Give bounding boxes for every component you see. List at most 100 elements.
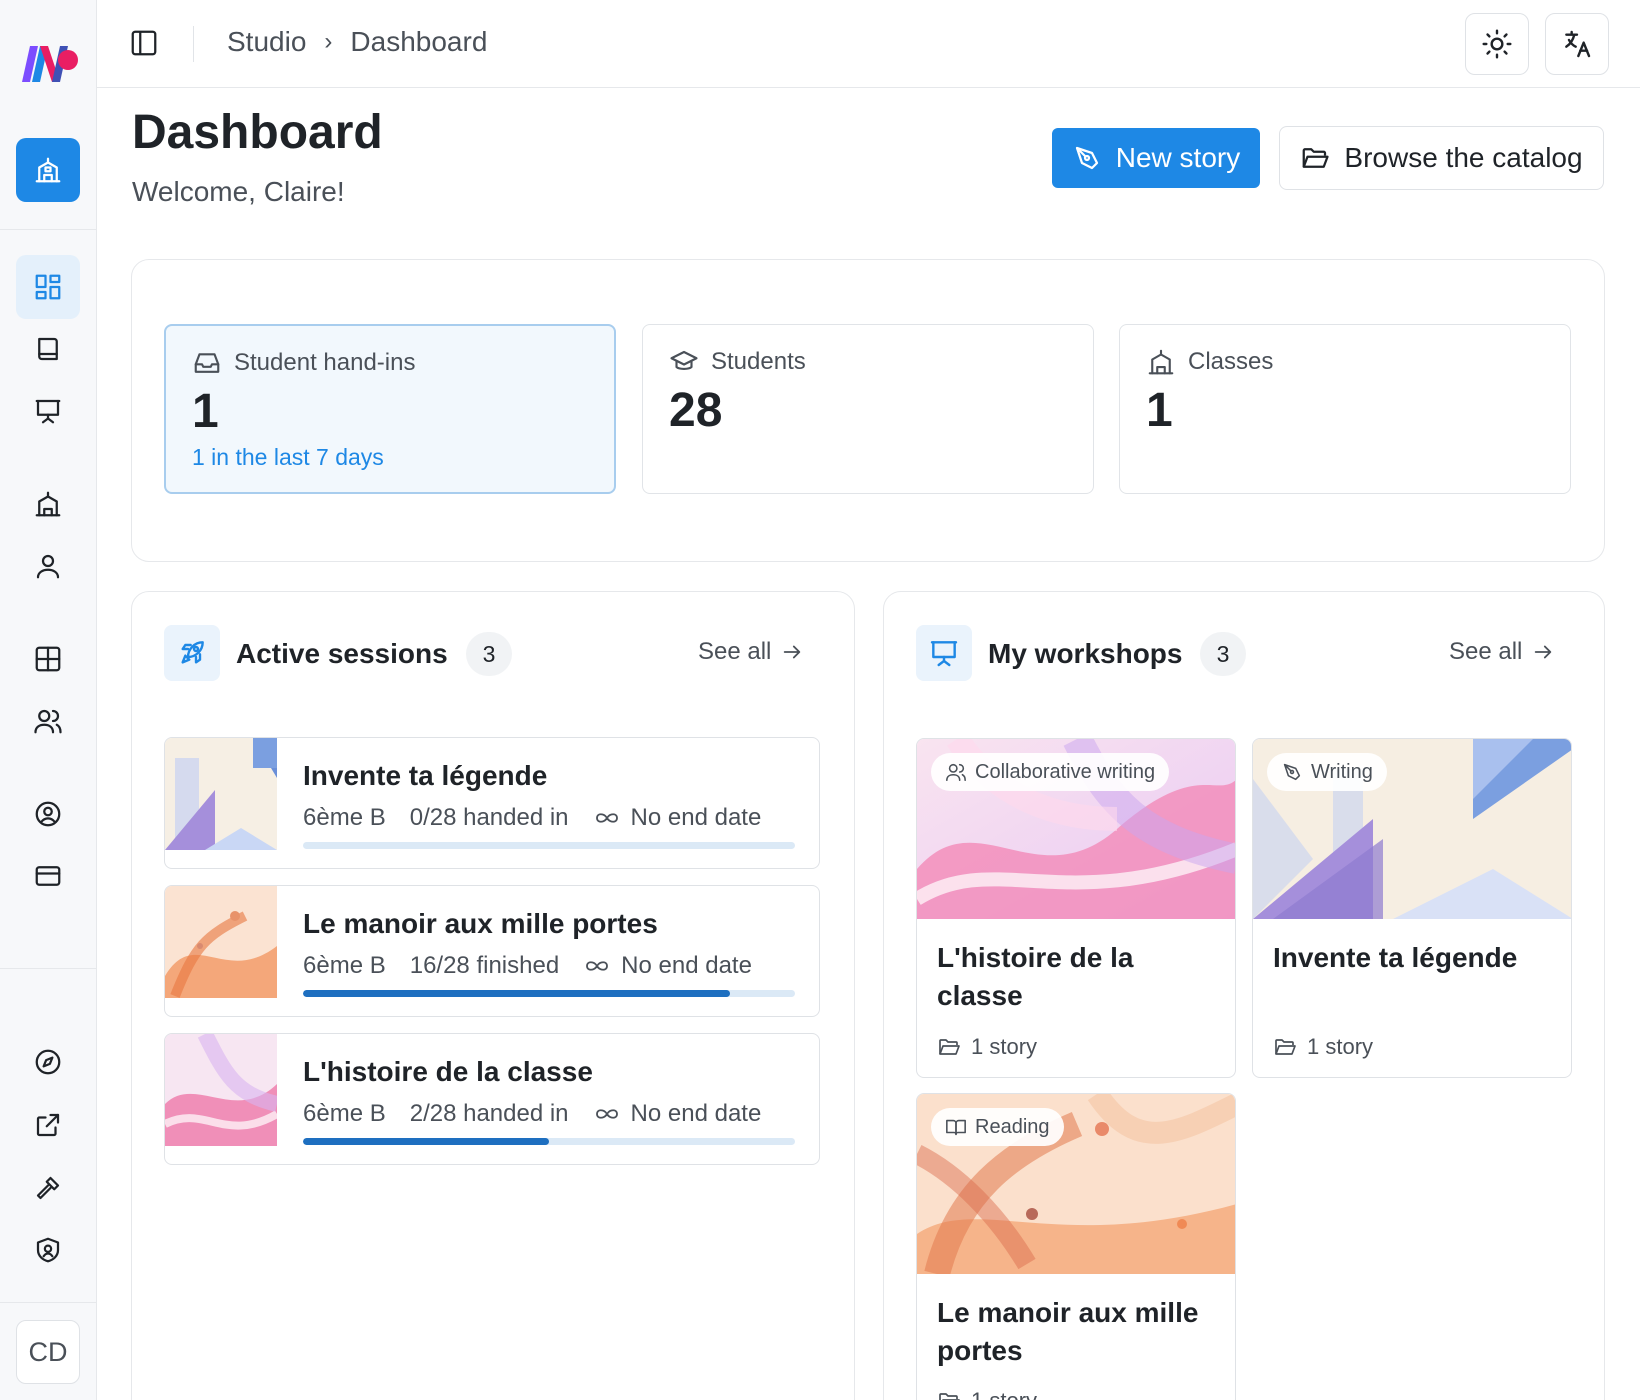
school-icon <box>35 157 61 183</box>
browse-catalog-button[interactable]: Browse the catalog <box>1279 126 1604 190</box>
session-row[interactable]: Invente ta légende 6ème B 0/28 handed in… <box>164 737 820 869</box>
language-button[interactable] <box>1545 13 1609 75</box>
folder-open-icon <box>1303 148 1330 168</box>
session-meta: 6ème B 0/28 handed in No end date <box>303 804 761 832</box>
new-story-label: New story <box>1115 142 1241 173</box>
shield-icon <box>36 1237 60 1263</box>
theme-toggle-button[interactable] <box>1465 13 1529 75</box>
workshop-tag: Reading <box>931 1108 1064 1146</box>
workshop-tag-label: Collaborative writing <box>975 760 1156 783</box>
grid-icon <box>35 646 61 672</box>
breadcrumb: Studio › Dashboard <box>227 26 487 58</box>
see-all-label: See all <box>698 638 772 665</box>
sidebar-panel-icon <box>131 30 157 56</box>
active-sessions-see-all[interactable]: See all <box>698 638 803 666</box>
session-progress-text: 2/28 handed in <box>409 1100 569 1127</box>
sidebar-item-external[interactable] <box>16 1093 80 1157</box>
external-link-icon <box>36 1113 60 1137</box>
stat-student-handins[interactable]: Student hand-ins 1 1 in the last 7 days <box>164 324 616 494</box>
workshop-meta: 1 story <box>937 1034 1037 1060</box>
active-sessions-title: Active sessions <box>236 638 448 669</box>
sidebar-item-tools[interactable] <box>16 1156 80 1220</box>
breadcrumb-studio[interactable]: Studio <box>227 26 306 58</box>
session-end: No end date <box>593 804 762 832</box>
workshop-story-count: 1 story <box>1307 1034 1374 1059</box>
stat-label: Classes <box>1188 348 1274 375</box>
arrow-right-icon <box>784 645 801 659</box>
workshop-card[interactable]: Reading Le manoir aux mille portes 1 sto… <box>916 1093 1236 1400</box>
infinity-icon <box>586 961 609 971</box>
sidebar-item-admin[interactable] <box>16 1218 80 1282</box>
users-icon <box>34 709 62 734</box>
pen-tool-icon <box>1283 763 1301 781</box>
infinity-icon <box>595 813 618 823</box>
sidebar-item-billing[interactable] <box>16 844 80 908</box>
topbar-divider <box>193 26 194 62</box>
new-story-button[interactable]: New story <box>1052 128 1260 188</box>
school-icon <box>35 491 61 517</box>
browse-catalog-label: Browse the catalog <box>1344 142 1583 173</box>
workshop-meta: 1 story <box>937 1388 1037 1400</box>
stat-header: Student hand-ins <box>192 348 415 378</box>
stat-classes[interactable]: Classes 1 <box>1119 324 1571 494</box>
workshop-title: L'histoire de la classe <box>937 942 1134 1011</box>
app-logo[interactable] <box>18 42 80 86</box>
workshop-tag: Collaborative writing <box>931 753 1170 791</box>
session-thumbnail <box>165 1034 277 1146</box>
stat-header: Students <box>669 347 806 377</box>
session-end-label: No end date <box>630 804 762 831</box>
my-workshops-title: My workshops <box>988 638 1183 669</box>
user-icon <box>36 554 60 579</box>
user-avatar[interactable]: CD <box>16 1320 80 1384</box>
school-icon <box>1148 349 1174 375</box>
sidebar-item-workshops[interactable] <box>16 379 80 443</box>
credit-card-icon <box>35 866 61 886</box>
sidebar-item-students[interactable] <box>16 689 80 753</box>
sidebar-item-profile[interactable] <box>16 534 80 598</box>
sidebar-divider <box>0 968 97 969</box>
session-row[interactable]: L'histoire de la classe 6ème B 2/28 hand… <box>164 1033 820 1165</box>
session-row[interactable]: Le manoir aux mille portes 6ème B 16/28 … <box>164 885 820 1017</box>
dashboard-icon <box>35 274 61 300</box>
session-progress-text: 16/28 finished <box>409 952 560 979</box>
session-meta: 6ème B 2/28 handed in No end date <box>303 1100 761 1128</box>
stat-subtext: 1 in the last 7 days <box>192 444 384 470</box>
studio-home-button[interactable] <box>16 138 80 202</box>
session-progress-text: 0/28 handed in <box>409 804 569 831</box>
workshop-card[interactable]: Writing Invente ta légende 1 story <box>1252 738 1572 1078</box>
session-end-label: No end date <box>630 1100 762 1127</box>
active-sessions-count: 3 <box>466 632 512 676</box>
stat-students[interactable]: Students 28 <box>642 324 1094 494</box>
pen-tool-icon <box>1075 146 1098 170</box>
active-sessions-panel: Active sessions 3 See all Invente ta lég… <box>131 591 855 1400</box>
infinity-icon <box>595 1109 618 1119</box>
book-open-icon <box>946 1119 966 1136</box>
page-title: Dashboard <box>132 106 383 159</box>
workshop-title: Invente ta légende <box>1273 942 1518 973</box>
folder-icon <box>1275 1039 1296 1055</box>
inbox-icon <box>194 353 220 373</box>
sidebar-toggle-button[interactable] <box>127 26 161 60</box>
users-icon <box>946 763 966 782</box>
see-all-label: See all <box>1449 638 1523 665</box>
workshop-card[interactable]: Collaborative writing L'histoire de la c… <box>916 738 1236 1078</box>
session-progress-bar <box>303 1138 795 1145</box>
sidebar-item-dashboard[interactable] <box>16 255 80 319</box>
user-circle-icon <box>35 801 61 827</box>
sidebar-item-grid[interactable] <box>16 627 80 691</box>
workshop-tag-label: Reading <box>975 1115 1050 1138</box>
rocket-icon <box>164 625 220 681</box>
sidebar-item-account[interactable] <box>16 782 80 846</box>
session-progress-fill <box>303 990 731 997</box>
sidebar-item-explore[interactable] <box>16 1030 80 1094</box>
session-end: No end date <box>593 1100 762 1128</box>
my-workshops-see-all[interactable]: See all <box>1449 638 1554 666</box>
sidebar-divider <box>0 1302 97 1303</box>
workshop-tag-label: Writing <box>1311 760 1373 783</box>
book-icon <box>38 337 58 361</box>
session-meta: 6ème B 16/28 finished No end date <box>303 952 752 980</box>
sidebar-item-stories[interactable] <box>16 317 80 381</box>
welcome-message: Welcome, Claire! <box>132 176 345 207</box>
session-class: 6ème B <box>303 952 386 979</box>
sidebar-item-schools[interactable] <box>16 472 80 536</box>
